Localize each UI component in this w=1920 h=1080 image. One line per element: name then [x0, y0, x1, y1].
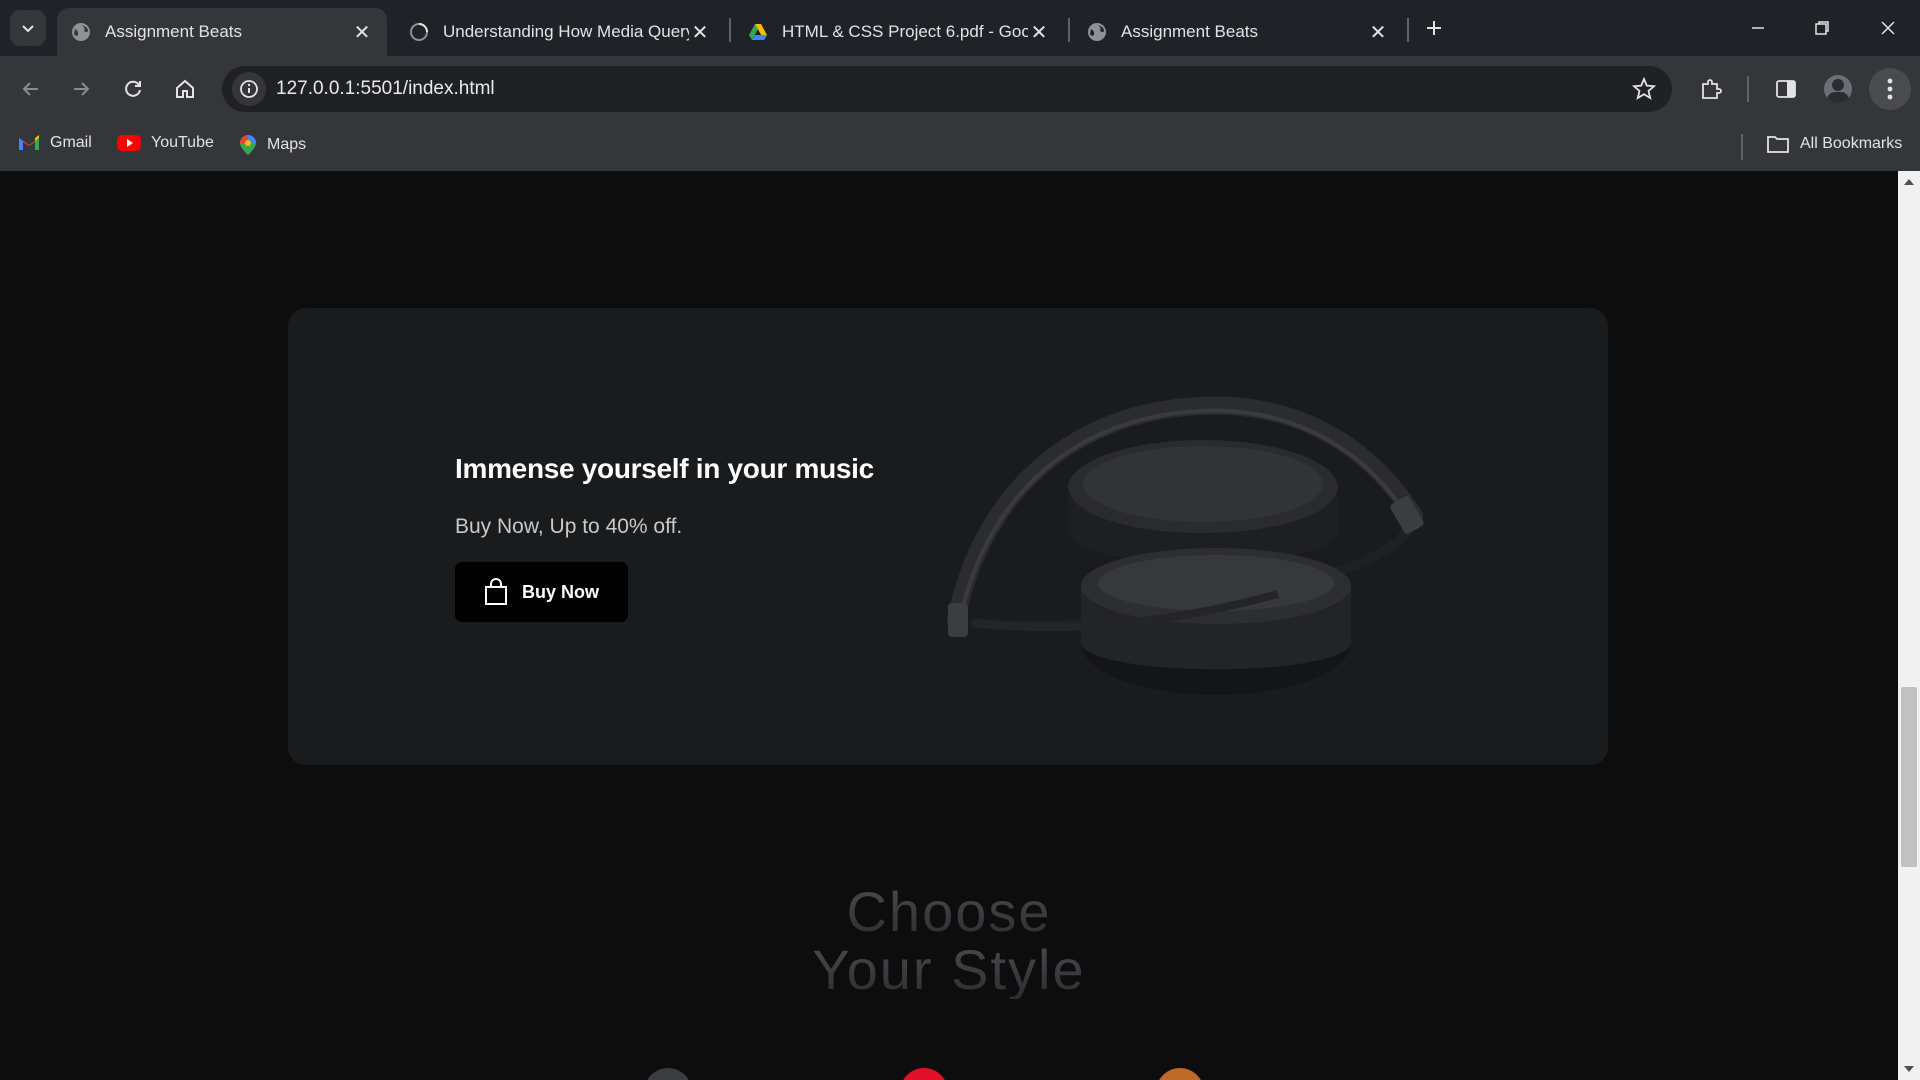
tab-title: Assignment Beats [1121, 22, 1259, 41]
close-icon[interactable]: ✕ [1028, 21, 1050, 44]
bookmark-maps[interactable]: Maps [239, 134, 306, 156]
page-viewport: Immense yourself in your music Buy Now, … [0, 171, 1898, 1080]
bookmark-gmail[interactable]: Gmail [18, 134, 92, 152]
gmail-icon [19, 135, 39, 150]
bookmarks-separator [1741, 134, 1743, 160]
tab-title: Assignment Beats [105, 22, 243, 41]
tab-separator [729, 18, 731, 42]
close-window-button[interactable] [1856, 0, 1920, 56]
tab-assignment-beats[interactable]: Assignment Beats ✕ [57, 8, 387, 56]
bookmark-youtube[interactable]: YouTube [117, 134, 214, 152]
bookmark-label: Maps [267, 136, 307, 153]
bookmarks-bar: Gmail YouTube Maps All Bookmarks [0, 122, 1920, 171]
side-panel-button[interactable] [1765, 68, 1807, 110]
close-icon [1881, 21, 1895, 35]
promo-card: Immense yourself in your music Buy Now, … [288, 308, 1608, 765]
buy-now-button[interactable]: Buy Now [455, 562, 628, 622]
promo-heading: Immense yourself in your music [455, 453, 874, 484]
scroll-up-button[interactable] [1898, 171, 1920, 193]
forward-button[interactable] [60, 68, 102, 110]
color-swatch-red[interactable] [900, 1068, 948, 1080]
folder-icon [1767, 136, 1789, 153]
bookmark-label: YouTube [151, 134, 214, 151]
new-tab-button[interactable] [1418, 12, 1450, 44]
reload-icon [125, 80, 141, 97]
color-swatch-black[interactable] [644, 1068, 692, 1080]
caret-down-icon [1904, 1066, 1914, 1072]
browser-chrome: Assignment Beats ✕ Understanding How Med… [0, 0, 1920, 171]
menu-button[interactable] [1869, 68, 1911, 110]
side-panel-icon [1776, 80, 1796, 98]
color-swatch-orange[interactable] [1156, 1068, 1204, 1080]
youtube-icon [117, 135, 141, 151]
home-button[interactable] [164, 68, 206, 110]
reload-button[interactable] [112, 68, 154, 110]
restore-icon [1815, 21, 1829, 35]
tab-strip: Assignment Beats ✕ Understanding How Med… [0, 0, 1920, 56]
tab-google-drive-pdf[interactable]: HTML & CSS Project 6.pdf - Googl ✕ [734, 8, 1064, 56]
plus-icon [1427, 21, 1441, 35]
arrow-right-icon [74, 82, 90, 96]
toolbar: 127.0.0.1:5501/index.html [0, 56, 1920, 122]
tab-assignment-beats-2[interactable]: Assignment Beats ✕ [1073, 8, 1403, 56]
arrow-left-icon [22, 82, 38, 96]
close-icon[interactable]: ✕ [689, 21, 711, 44]
globe-icon [1088, 23, 1106, 41]
choose-style-heading: Choose Your Style [0, 883, 1898, 999]
minimize-icon [1752, 27, 1764, 29]
tab-separator [1407, 18, 1409, 42]
address-bar[interactable]: 127.0.0.1:5501/index.html [222, 66, 1672, 112]
google-drive-icon [749, 24, 767, 40]
choose-line-1: Choose [0, 883, 1898, 941]
page-scrollbar[interactable] [1898, 171, 1920, 1080]
avatar [1824, 75, 1852, 103]
scroll-down-button[interactable] [1898, 1058, 1920, 1080]
more-vertical-icon [1887, 78, 1893, 100]
choose-line-2: Your Style [0, 941, 1898, 999]
url-text[interactable]: 127.0.0.1:5501/index.html [276, 78, 495, 100]
loading-spinner-icon [410, 23, 428, 41]
buy-now-label: Buy Now [521, 581, 599, 602]
all-bookmarks-label: All Bookmarks [1800, 135, 1903, 152]
tab-media-query[interactable]: Understanding How Media Query ✕ [395, 8, 725, 56]
close-icon[interactable]: ✕ [351, 21, 373, 44]
restore-button[interactable] [1790, 0, 1854, 56]
close-icon[interactable]: ✕ [1367, 21, 1389, 44]
bookmark-label: Gmail [50, 134, 92, 151]
promo-subtext: Buy Now, Up to 40% off. [455, 515, 683, 538]
minimize-button[interactable] [1726, 0, 1790, 56]
tab-title: Understanding How Media Query [443, 22, 689, 41]
scrollbar-thumb[interactable] [1901, 687, 1917, 867]
back-button[interactable] [10, 68, 52, 110]
globe-icon [72, 23, 90, 41]
toolbar-separator [1747, 76, 1749, 102]
tab-separator [1068, 18, 1070, 42]
headphones-image [947, 396, 1424, 695]
profile-button[interactable] [1817, 68, 1859, 110]
info-icon [240, 80, 258, 98]
shopping-bag-icon [484, 578, 507, 605]
home-icon [176, 79, 194, 98]
tab-search-button[interactable] [10, 10, 46, 46]
site-info-button[interactable] [232, 72, 266, 106]
all-bookmarks-button[interactable]: All Bookmarks [1766, 134, 1902, 154]
bookmark-star-icon[interactable] [1632, 77, 1656, 101]
caret-up-icon [1904, 179, 1914, 185]
chevron-down-icon [22, 25, 34, 33]
maps-icon [240, 135, 256, 155]
extensions-button[interactable] [1690, 68, 1732, 110]
tab-title: HTML & CSS Project 6.pdf - Googl [782, 22, 1028, 41]
puzzle-icon [1702, 79, 1722, 99]
